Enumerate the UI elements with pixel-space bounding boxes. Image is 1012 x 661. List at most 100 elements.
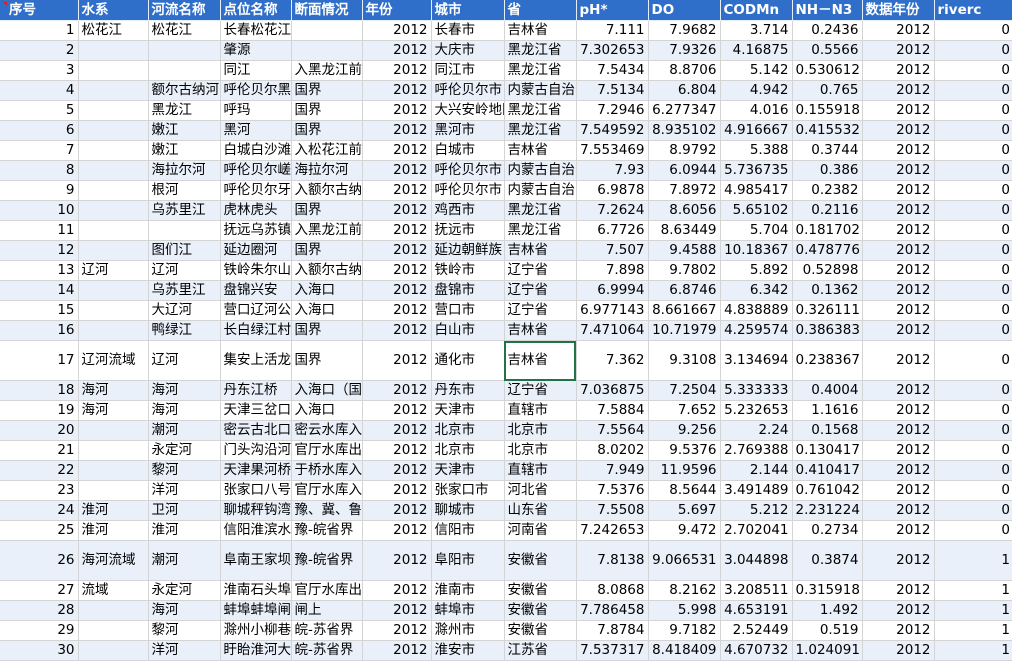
grid-cell[interactable]: 黑龙江省 <box>504 40 577 61</box>
grid-cell[interactable]: 2 <box>0 40 79 61</box>
grid-cell[interactable]: 2012 <box>362 380 432 401</box>
grid-cell[interactable]: 北京市 <box>504 420 577 441</box>
grid-cell[interactable]: 0 <box>934 420 1012 441</box>
grid-cell[interactable]: 7.302653 <box>576 40 649 61</box>
grid-cell[interactable]: 23 <box>0 480 79 501</box>
grid-cell[interactable]: 入额尔古纳河 <box>291 260 363 281</box>
grid-cell[interactable] <box>78 40 149 61</box>
grid-cell[interactable]: 9.066531 <box>648 540 721 581</box>
col-header-section[interactable]: 断面情况 <box>291 0 363 21</box>
grid-cell[interactable]: 0 <box>934 460 1012 481</box>
grid-cell[interactable]: 永定河 <box>148 580 221 601</box>
grid-cell[interactable]: 集安上活龙 <box>220 340 292 381</box>
grid-cell[interactable]: 6.804 <box>648 80 721 101</box>
grid-cell[interactable]: 8.661667 <box>648 300 721 321</box>
grid-cell[interactable]: 7.111 <box>576 20 649 41</box>
grid-cell[interactable]: 3.208511 <box>720 580 793 601</box>
grid-cell[interactable]: 5.892 <box>720 260 793 281</box>
grid-cell[interactable]: 0.2116 <box>792 200 863 221</box>
col-header-index[interactable]: 序号 <box>0 0 79 21</box>
grid-cell[interactable]: 阜南王家坝 <box>220 540 292 581</box>
grid-cell[interactable]: 盘锦兴安 <box>220 280 292 301</box>
grid-cell[interactable]: 0 <box>934 140 1012 161</box>
grid-cell[interactable]: 2012 <box>362 200 432 221</box>
grid-cell[interactable]: 27 <box>0 580 79 601</box>
grid-cell[interactable]: 15 <box>0 300 79 321</box>
grid-cell[interactable]: 2012 <box>362 80 432 101</box>
grid-cell[interactable]: 铁岭市 <box>431 260 505 281</box>
grid-cell[interactable]: 4.670732 <box>720 640 793 661</box>
grid-cell[interactable] <box>78 300 149 321</box>
grid-cell[interactable]: 流域 <box>78 580 149 601</box>
grid-cell[interactable]: 2012 <box>862 260 935 281</box>
grid-cell[interactable]: 5.333333 <box>720 380 793 401</box>
grid-cell[interactable]: 通化市 <box>431 340 505 381</box>
grid-cell[interactable]: 0.2734 <box>792 520 863 541</box>
grid-cell[interactable]: 8.418409 <box>648 640 721 661</box>
grid-cell[interactable]: 潮河 <box>148 420 221 441</box>
grid-cell[interactable]: 2012 <box>862 440 935 461</box>
grid-cell[interactable]: 0.238367 <box>792 340 863 381</box>
grid-cell[interactable]: 2012 <box>362 40 432 61</box>
grid-cell[interactable]: 淮南市 <box>431 580 505 601</box>
grid-cell[interactable]: 抚远市 <box>431 220 505 241</box>
grid-cell[interactable]: 26 <box>0 540 79 581</box>
grid-cell[interactable]: 0 <box>934 260 1012 281</box>
grid-cell[interactable]: 1.1616 <box>792 400 863 421</box>
grid-cell[interactable]: 嫩江 <box>148 140 221 161</box>
grid-cell[interactable]: 密云水库入口 <box>291 420 363 441</box>
grid-cell[interactable]: 0.326111 <box>792 300 863 321</box>
grid-cell[interactable]: 淮安市 <box>431 640 505 661</box>
grid-cell[interactable]: 2012 <box>862 380 935 401</box>
grid-cell[interactable]: 呼伦贝尔牙克石 <box>220 180 292 201</box>
grid-cell[interactable]: 乌苏里江 <box>148 200 221 221</box>
grid-cell[interactable] <box>78 220 149 241</box>
grid-cell[interactable]: 9 <box>0 180 79 201</box>
grid-cell[interactable]: 7.362 <box>576 340 649 381</box>
grid-cell[interactable]: 张家口八号桥 <box>220 480 292 501</box>
grid-cell[interactable]: 长春松花江村 <box>220 20 292 41</box>
grid-cell[interactable]: 4.838889 <box>720 300 793 321</box>
grid-cell[interactable]: 白城市 <box>431 140 505 161</box>
grid-cell[interactable] <box>78 280 149 301</box>
grid-cell[interactable]: 2012 <box>862 120 935 141</box>
grid-cell[interactable]: 3.134694 <box>720 340 793 381</box>
grid-cell[interactable]: 黑龙江省 <box>504 100 577 121</box>
grid-cell[interactable]: 2012 <box>862 160 935 181</box>
grid-cell[interactable]: 1 <box>0 20 79 41</box>
grid-cell[interactable] <box>78 200 149 221</box>
grid-cell[interactable]: 8.935102 <box>648 120 721 141</box>
grid-cell[interactable] <box>78 440 149 461</box>
grid-cell[interactable]: 国界 <box>291 340 363 381</box>
grid-cell[interactable]: 图们江 <box>148 240 221 261</box>
grid-cell[interactable]: 2.144 <box>720 460 793 481</box>
grid-cell[interactable]: 21 <box>0 440 79 461</box>
grid-cell[interactable]: 2012 <box>862 520 935 541</box>
col-header-ph[interactable]: pH* <box>576 0 649 21</box>
grid-cell[interactable]: 18 <box>0 380 79 401</box>
grid-cell[interactable]: 北京市 <box>431 440 505 461</box>
grid-cell[interactable]: 2.231224 <box>792 500 863 521</box>
grid-cell[interactable]: 门头沟沿河城 <box>220 440 292 461</box>
grid-cell[interactable]: 6.9994 <box>576 280 649 301</box>
grid-cell[interactable]: 7.8972 <box>648 180 721 201</box>
grid-cell[interactable]: 密云古北口 <box>220 420 292 441</box>
grid-cell[interactable]: 内蒙古自治区 <box>504 80 577 101</box>
grid-cell[interactable]: 肇源 <box>220 40 292 61</box>
grid-cell[interactable]: 入海口 <box>291 300 363 321</box>
grid-cell[interactable]: 2012 <box>362 120 432 141</box>
grid-cell[interactable]: 2012 <box>362 100 432 121</box>
grid-cell[interactable]: 安徽省 <box>504 600 577 621</box>
grid-cell[interactable]: 7.9326 <box>648 40 721 61</box>
grid-cell[interactable]: 3.714 <box>720 20 793 41</box>
grid-cell[interactable]: 于桥水库入口 <box>291 460 363 481</box>
grid-cell[interactable]: 4.942 <box>720 80 793 101</box>
col-header-codmn[interactable]: CODMn <box>720 0 793 21</box>
grid-cell[interactable]: 吉林省 <box>504 320 577 341</box>
grid-cell[interactable]: 28 <box>0 600 79 621</box>
grid-cell[interactable] <box>78 240 149 261</box>
grid-cell[interactable]: 0.3744 <box>792 140 863 161</box>
grid-cell[interactable]: 国界 <box>291 320 363 341</box>
grid-cell[interactable]: 入海口（国界） <box>291 380 363 401</box>
grid-cell[interactable]: 乌苏里江 <box>148 280 221 301</box>
